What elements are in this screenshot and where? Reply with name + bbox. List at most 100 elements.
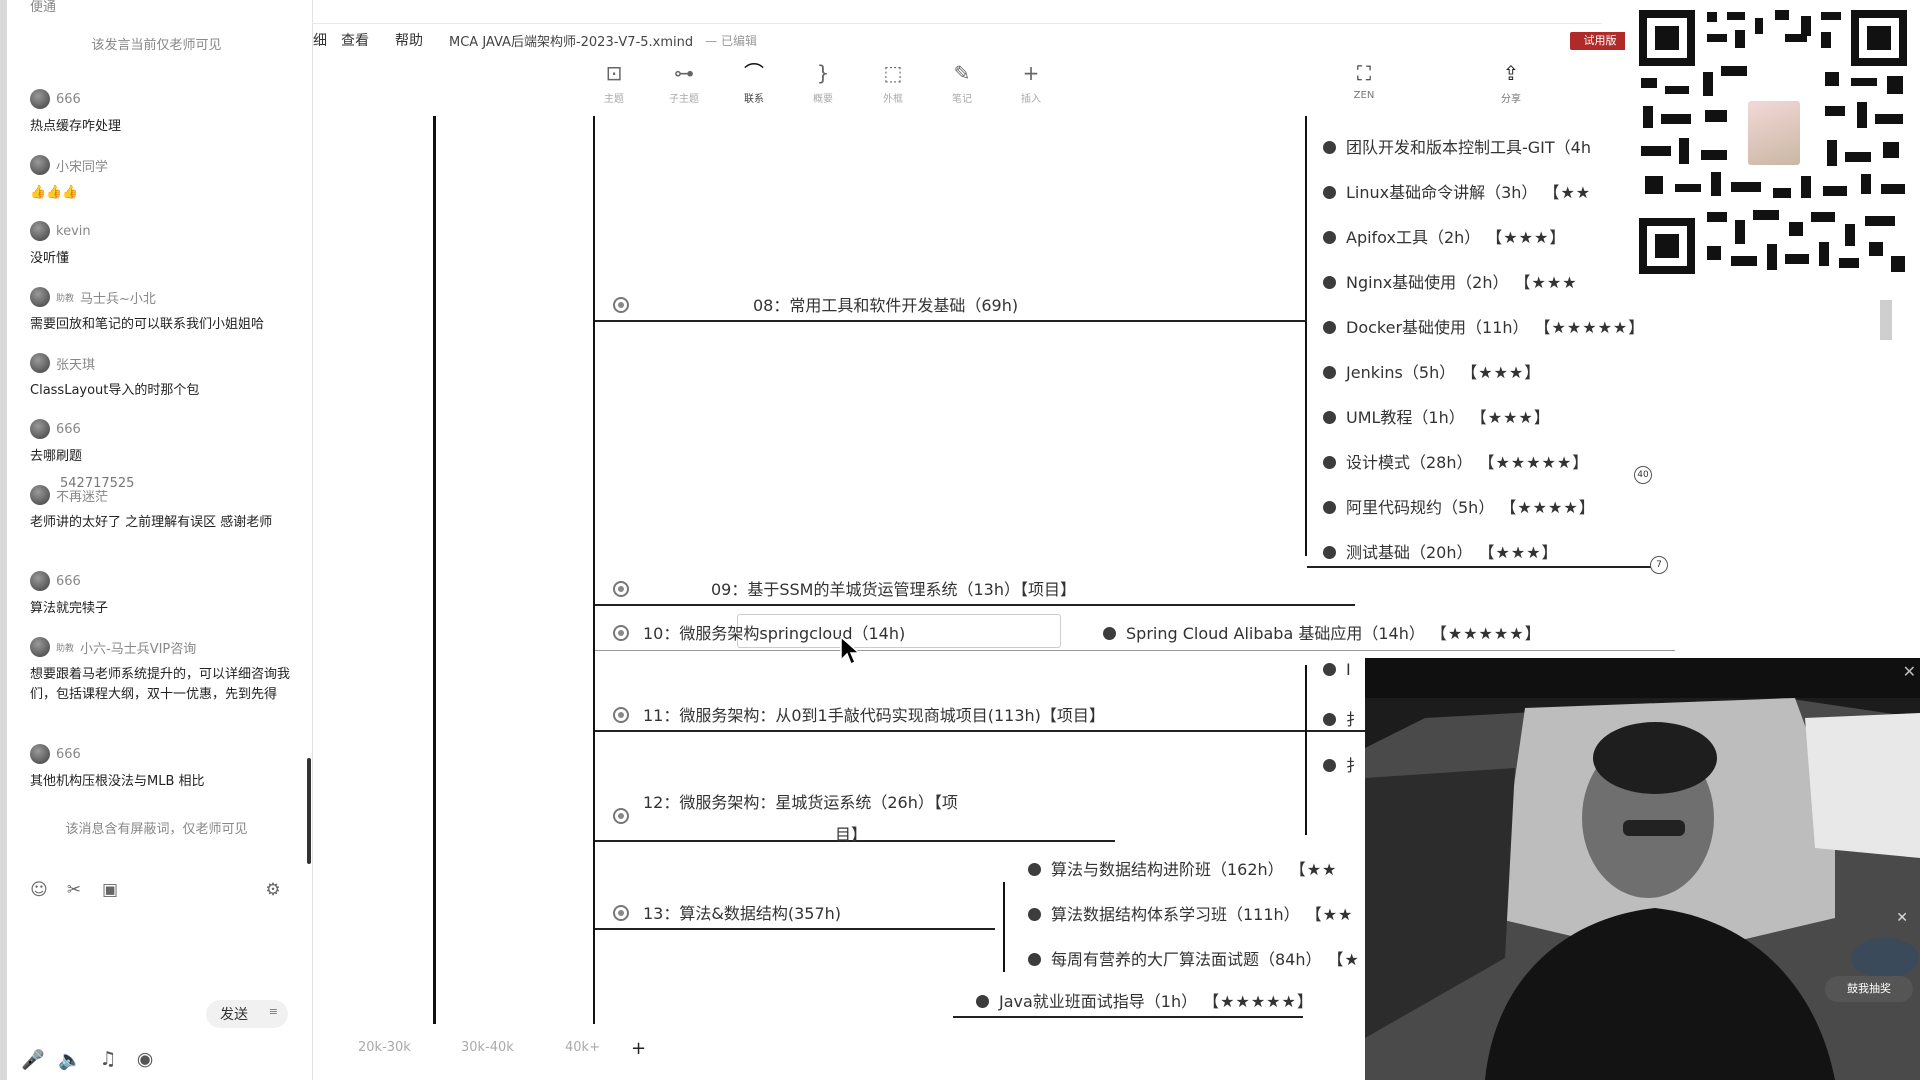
branch-09[interactable]: 09：基于SSM的羊城货运管理系统（13h）【项目】	[613, 576, 1076, 600]
menu-bar: 细 查看 帮助 MCA JAVA后端架构师-2023-V7-5.xmind — …	[313, 26, 1603, 54]
send-button[interactable]: 发送 ≡	[206, 1000, 288, 1028]
springcloud-alibaba-node[interactable]: Spring Cloud Alibaba 基础应用（14h） 【★★★★★】	[1103, 620, 1542, 644]
branch-11[interactable]: 11：微服务架构：从0到1手敲代码实现商城项目(113h)【项目】	[613, 702, 1105, 726]
chat-scrollbar[interactable]	[307, 758, 311, 864]
connector	[1307, 566, 1663, 568]
image-icon[interactable]: ▣	[99, 879, 121, 901]
sheet-tab[interactable]: 40k+	[565, 1040, 600, 1055]
chat-message: 666 其他机构压根没法与MLB 相比	[30, 743, 292, 792]
tool-node[interactable]: Linux基础命令讲解（3h） 【★★	[1323, 179, 1591, 203]
branch-13[interactable]: 13：算法&数据结构(357h)	[613, 900, 841, 924]
avatar	[30, 89, 50, 109]
webcam-image	[1365, 658, 1920, 1080]
chat-user: 马士兵~小北	[80, 291, 156, 307]
canvas-scrollbar[interactable]	[1880, 300, 1892, 340]
chat-text: 热点缓存咋处理	[30, 119, 122, 134]
avatar	[30, 419, 50, 439]
chat-text: 想要跟着马老师系统提升的，可以详细咨询我们，包括课程大纲，双十一优惠，先到先得	[30, 667, 291, 702]
bullet-icon	[1028, 953, 1041, 966]
share-icon: ⇪	[1502, 61, 1520, 85]
chat-fragment: 便通	[30, 0, 57, 15]
bullet-icon	[1323, 141, 1336, 154]
tool-node[interactable]: Jenkins（5h） 【★★★】	[1323, 359, 1541, 383]
emoji-icon[interactable]: ☺	[28, 879, 50, 901]
tool-node[interactable]: 设计模式（28h） 【★★★★★】	[1323, 449, 1589, 473]
collapse-count-badge[interactable]: 40	[1634, 466, 1652, 484]
chat-text: 老师讲的太好了 之前理解有误区 感谢老师	[30, 515, 273, 530]
trunk-line	[433, 116, 436, 1024]
clipped-node[interactable]: 扌	[1323, 706, 1362, 730]
clipped-node[interactable]: I	[1323, 660, 1351, 679]
connector	[953, 1016, 1303, 1018]
interview-node[interactable]: Java就业班面试指导（1h） 【★★★★★】	[976, 988, 1314, 1012]
close-icon[interactable]: ✕	[1896, 910, 1908, 926]
scissors-icon[interactable]: ✂	[63, 879, 85, 901]
algo-node[interactable]: 每周有营养的大厂算法面试题（84h） 【★	[1028, 946, 1360, 970]
mic-icon[interactable]: 🎤	[21, 1048, 45, 1071]
collapse-icon	[613, 581, 629, 597]
chat-panel: 便通 该发言当前仅老师可见 666 热点缓存咋处理 小宋同学 👍👍👍 kevin…	[0, 0, 313, 1080]
bracket-line	[1003, 882, 1005, 972]
chat-user: 不再迷茫	[56, 489, 109, 505]
tool-node[interactable]: Docker基础使用（11h） 【★★★★★】	[1323, 314, 1645, 338]
bracket-line	[1305, 665, 1307, 835]
bullet-icon	[1323, 186, 1336, 199]
bullet-icon	[1323, 713, 1336, 726]
tool-node[interactable]: 测试基础（20h） 【★★★】	[1323, 539, 1559, 563]
collapse-count-badge[interactable]: 7	[1650, 556, 1668, 574]
connector	[595, 730, 1395, 732]
music-icon[interactable]: ♫	[96, 1048, 120, 1070]
tool-node[interactable]: Nginx基础使用（2h） 【★★★	[1323, 269, 1578, 293]
speaker-icon[interactable]: 🔈	[58, 1048, 82, 1071]
add-sheet-icon[interactable]: +	[631, 1038, 646, 1059]
chat-text: 👍👍👍	[30, 185, 79, 200]
clipped-node[interactable]: 扌	[1323, 752, 1362, 776]
trial-badge[interactable]: 试用版	[1570, 32, 1630, 50]
branch-08[interactable]: 08：常用工具和软件开发基础（69h)	[613, 292, 1018, 316]
tool-node[interactable]: UML教程（1h） 【★★★】	[1323, 404, 1551, 428]
branch-line	[593, 116, 595, 1024]
panel-edge	[0, 0, 7, 1080]
chat-message: 助教 小六-马士兵VIP咨询 想要跟着马老师系统提升的，可以详细咨询我们，包括课程…	[30, 636, 292, 705]
collapse-icon	[613, 905, 629, 921]
avatar	[30, 221, 50, 241]
branch-12[interactable]: 12：微服务架构：星城货运系统（26h）【项 目】	[613, 792, 958, 845]
close-icon[interactable]: ✕	[1903, 662, 1916, 681]
tool-node[interactable]: Apifox工具（2h） 【★★★】	[1323, 224, 1566, 248]
connector	[595, 320, 1307, 322]
algo-node[interactable]: 算法数据结构体系学习班（111h） 【★★	[1028, 901, 1353, 925]
bullet-icon	[1323, 231, 1336, 244]
chat-user: kevin	[56, 223, 91, 239]
qr-code-overlay	[1625, 0, 1920, 283]
avatar	[30, 485, 50, 505]
lottery-badge[interactable]: 鼓我抽奖	[1825, 976, 1913, 1002]
relationship-icon: ⌒	[744, 61, 764, 85]
pin-icon[interactable]: ◉	[133, 1048, 157, 1070]
chat-user: 666	[56, 573, 81, 589]
menu-help[interactable]: 帮助	[395, 30, 423, 50]
chat-text: 去哪刷题	[30, 449, 83, 464]
menu-view[interactable]: 查看	[341, 30, 369, 50]
bullet-icon	[976, 995, 989, 1008]
avatar	[30, 637, 50, 657]
sheet-tab[interactable]: 20k-30k	[358, 1040, 411, 1055]
send-label: 发送	[220, 1007, 248, 1023]
tool-node[interactable]: 团队开发和版本控制工具-GIT（4h	[1323, 134, 1605, 158]
bullet-icon	[1028, 863, 1041, 876]
sheet-tab[interactable]: 30k-40k	[461, 1040, 514, 1055]
plus-icon: +	[1022, 61, 1040, 85]
bullet-icon	[1323, 663, 1336, 676]
menu-fragment: 细	[313, 33, 327, 49]
bracket-line	[1305, 116, 1307, 556]
chat-message: 小宋同学 👍👍👍	[30, 154, 292, 203]
settings-icon[interactable]: ⚙	[262, 879, 284, 901]
collapse-icon	[613, 707, 629, 723]
subtopic-icon: ⊶	[674, 61, 694, 85]
menu-icon: ≡	[268, 1005, 278, 1018]
collapse-icon	[613, 297, 629, 313]
algo-node[interactable]: 算法与数据结构进阶班（162h） 【★★	[1028, 856, 1337, 880]
bullet-icon	[1323, 366, 1336, 379]
note-icon: ✎	[953, 61, 971, 85]
tool-node[interactable]: 阿里代码规约（5h） 【★★★★】	[1323, 494, 1596, 518]
chat-text: ClassLayout导入的时那个包	[30, 383, 200, 398]
